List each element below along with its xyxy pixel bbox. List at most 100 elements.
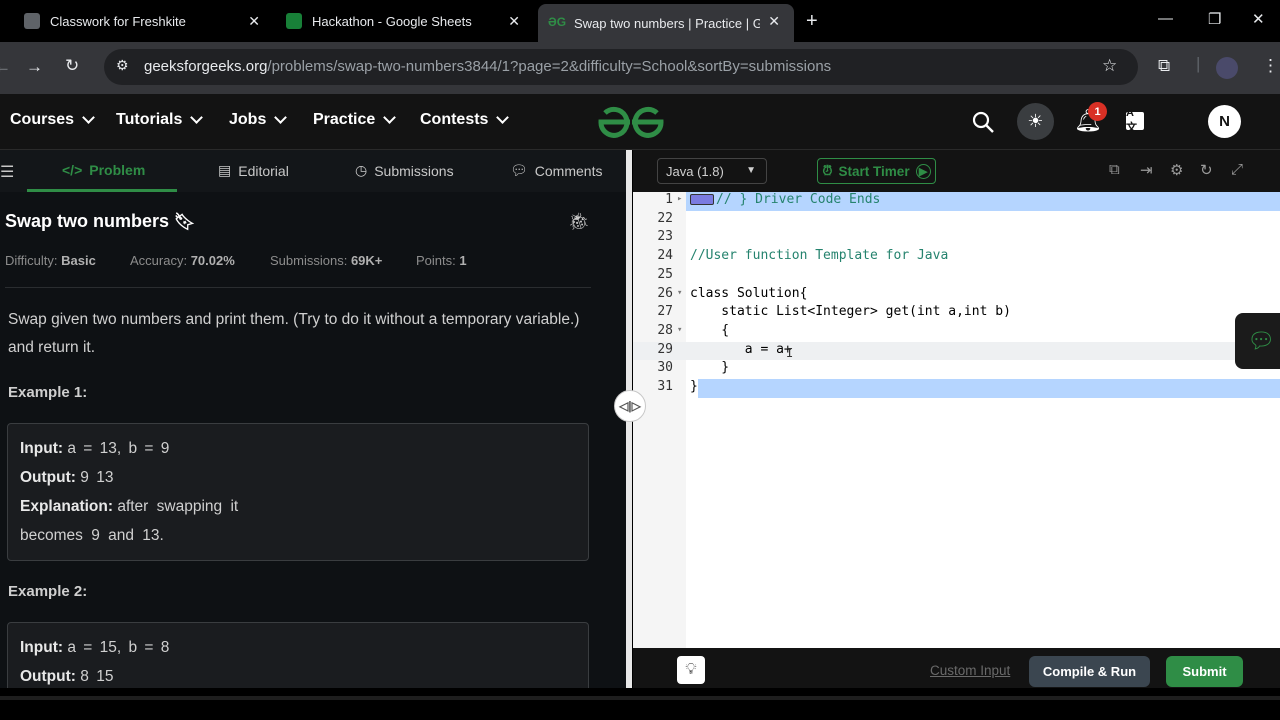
- example-2-box: Input: a = 15, b = 8 Output: 8 15: [7, 622, 589, 688]
- language-select[interactable]: Java (1.8) ▼: [657, 158, 767, 184]
- nav-contests[interactable]: Contests: [420, 110, 510, 129]
- code-line: 31}: [633, 379, 1280, 398]
- browser-tab-strip: Classwork for Freshkite ✕ Hackathon - Go…: [0, 0, 1280, 42]
- problem-title-text: Swap two numbers: [5, 211, 170, 231]
- line-number: 29: [657, 341, 673, 357]
- close-window-icon[interactable]: ✕: [1252, 10, 1265, 28]
- close-icon[interactable]: ✕: [508, 13, 520, 30]
- example-1-output: Output: 9 13: [20, 463, 576, 492]
- extensions-icon[interactable]: ⧉: [1158, 56, 1170, 76]
- difficulty-label: Difficulty:: [5, 253, 58, 268]
- code-icon: </>: [62, 162, 83, 178]
- submit-button[interactable]: Submit: [1166, 656, 1243, 687]
- divider: [5, 287, 591, 288]
- reset-icon[interactable]: ↻: [1200, 161, 1213, 179]
- selection-highlight: [698, 379, 1280, 398]
- folded-code-icon[interactable]: [690, 194, 714, 205]
- points-value: 1: [459, 253, 467, 268]
- tab-submissions[interactable]: ◷ Submissions: [355, 162, 454, 179]
- forward-icon[interactable]: →: [26, 57, 43, 77]
- line-number: 27: [657, 304, 673, 320]
- browser-tab-classwork[interactable]: Classwork for Freshkite ✕: [24, 0, 274, 42]
- points: Points: 1: [416, 253, 467, 268]
- nav-tutorials[interactable]: Tutorials: [116, 110, 204, 129]
- more-menu-icon[interactable]: ⋮: [1262, 56, 1279, 76]
- back-icon[interactable]: ←: [0, 57, 11, 77]
- nav-label: Courses: [10, 111, 75, 128]
- url-text: geeksforgeeks.org/problems/swap-two-numb…: [144, 58, 831, 75]
- tab-editorial[interactable]: ▤ Editorial: [218, 162, 289, 179]
- settings-icon[interactable]: ⚙: [1170, 161, 1183, 179]
- line-text: // } Driver Code Ends: [690, 192, 880, 207]
- nav-label: Practice: [313, 111, 376, 128]
- nav-jobs[interactable]: Jobs: [229, 110, 288, 129]
- example-2-output: Output: 8 15: [20, 662, 576, 688]
- nav-courses[interactable]: Courses: [10, 110, 95, 129]
- close-icon[interactable]: ✕: [768, 13, 780, 30]
- chevron-down-icon: [496, 110, 510, 124]
- tab-problem[interactable]: </> Problem: [62, 162, 145, 178]
- browser-tab-swap-two-numbers[interactable]: ƏG Swap two numbers | Practice | Gee ✕: [538, 4, 794, 42]
- example-1-input: Input: a = 13, b = 9: [20, 434, 576, 463]
- nav-practice[interactable]: Practice: [313, 110, 397, 129]
- line-number: 31: [657, 379, 673, 394]
- lightbulb-icon[interactable]: 💡︎: [677, 656, 705, 684]
- site-info-icon[interactable]: ⚙: [116, 57, 129, 74]
- fold-arrow-icon[interactable]: ▾: [677, 325, 682, 335]
- search-icon[interactable]: [971, 110, 995, 134]
- line-text: static List<Integer> get(int a,int b): [690, 304, 1011, 320]
- comment-icon: 💬︎: [510, 162, 528, 178]
- reload-icon[interactable]: ↻: [65, 56, 79, 76]
- gfg-logo[interactable]: [597, 105, 665, 139]
- translate-icon[interactable]: A文: [1126, 107, 1144, 134]
- editor-panel: Java (1.8) ▼ ⏰︎ Start Timer ▶ ⧉ ⇥ ⚙ ↻ ⤢ 1 ▸ …: [633, 150, 1280, 688]
- code-line: 22: [633, 211, 1280, 230]
- browser-tab-hackathon[interactable]: Hackathon - Google Sheets ✕: [286, 0, 530, 42]
- chat-icon[interactable]: 💬︎: [1235, 313, 1280, 369]
- example-1-label: Example 1:: [8, 384, 88, 401]
- tab-title: Hackathon - Google Sheets: [312, 13, 472, 29]
- minimize-icon[interactable]: —: [1158, 10, 1173, 27]
- code-line: 27 static List<Integer> get(int a,int b): [633, 304, 1280, 323]
- input-label: Input:: [20, 440, 64, 457]
- fullscreen-icon[interactable]: ⤢: [1231, 161, 1243, 178]
- upload-icon[interactable]: ⇥: [1140, 161, 1153, 179]
- profile-avatar[interactable]: [1216, 57, 1238, 79]
- chevron-down-icon: ▼: [746, 165, 756, 176]
- accuracy-value: 70.02%: [190, 253, 235, 268]
- line-number: 23: [657, 229, 673, 245]
- address-bar[interactable]: ⚙ geeksforgeeks.org/problems/swap-two-nu…: [104, 49, 1138, 85]
- report-bug-icon[interactable]: 🐞︎: [568, 212, 590, 232]
- custom-input-link[interactable]: Custom Input: [930, 663, 1010, 678]
- close-icon[interactable]: ✕: [248, 13, 260, 30]
- bookmark-icon[interactable]: 🔖︎: [174, 212, 196, 231]
- compile-run-button[interactable]: Compile & Run: [1029, 656, 1150, 687]
- code-editor[interactable]: 1 ▸ // } Driver Code Ends 22 23 24 //User …: [633, 192, 1280, 648]
- user-avatar[interactable]: N: [1208, 105, 1241, 138]
- line-number: 30: [657, 360, 673, 376]
- start-timer-button[interactable]: ⏰︎ Start Timer ▶: [817, 158, 936, 184]
- example-1-box: Input: a = 13, b = 9 Output: 9 13 Explan…: [7, 423, 589, 561]
- fold-arrow-icon[interactable]: ▸: [677, 194, 682, 204]
- input-value: a = 15, b = 8: [67, 639, 170, 656]
- plus-icon[interactable]: +: [806, 10, 818, 33]
- chevron-down-icon: [190, 110, 204, 124]
- toolbar-divider: |: [1196, 54, 1201, 73]
- language-value: Java (1.8): [666, 164, 724, 179]
- problem-title: Swap two numbers 🔖︎: [5, 211, 196, 232]
- output-label: Output:: [20, 469, 76, 486]
- menu-icon[interactable]: ☰: [0, 162, 14, 182]
- code-line: 26 ▾ class Solution{: [633, 286, 1280, 305]
- output-value: 9 13: [80, 469, 114, 486]
- theme-toggle-sun-icon[interactable]: ☀: [1017, 103, 1054, 140]
- output-label: Output:: [20, 668, 76, 685]
- submissions-count: Submissions: 69K+: [270, 253, 382, 268]
- copy-icon[interactable]: ⧉: [1109, 161, 1120, 178]
- panel-resize-handle-icon[interactable]: ◁|▷: [614, 390, 646, 422]
- chevron-down-icon: [82, 110, 95, 124]
- fold-arrow-icon[interactable]: ▾: [677, 288, 682, 298]
- tab-comments[interactable]: 💬︎ Comments: [510, 162, 602, 179]
- text-cursor-icon: I: [786, 345, 794, 360]
- restore-icon[interactable]: ❐: [1208, 10, 1221, 28]
- bookmark-star-icon[interactable]: ☆: [1102, 56, 1117, 76]
